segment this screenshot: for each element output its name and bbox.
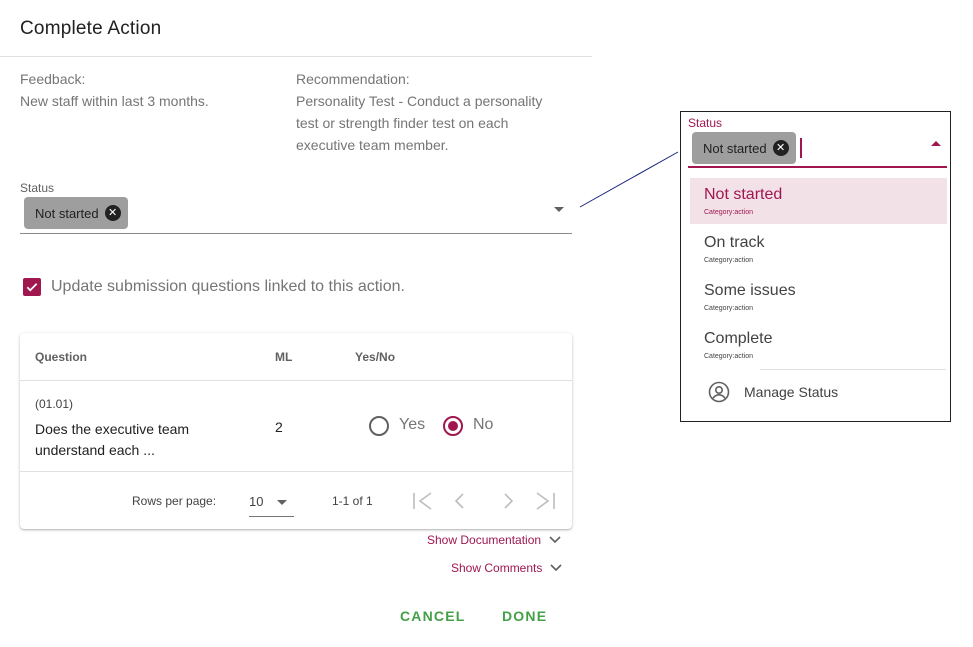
callout-connector: [579, 151, 679, 208]
option-some-issues[interactable]: Some issues Category:action: [690, 274, 947, 320]
questions-table: Question ML Yes/No (01.01) Does the exec…: [20, 333, 572, 529]
popup-status-chip-label: Not started: [703, 140, 767, 156]
table-row: (01.01) Does the executive team understa…: [20, 381, 572, 471]
show-comments-link[interactable]: Show Comments: [451, 561, 563, 575]
status-dropdown-callout: Status Not started ✕ Not started Categor…: [680, 111, 951, 422]
rows-per-page-label: Rows per page:: [132, 494, 217, 508]
yes-radio[interactable]: [369, 416, 389, 436]
popup-status-chip[interactable]: Not started ✕: [692, 132, 796, 164]
account-circle-icon: [708, 381, 730, 403]
option-category: Category:action: [704, 257, 754, 264]
rows-per-page-underline: [249, 516, 294, 517]
no-radio-label[interactable]: No: [473, 416, 493, 434]
page-range: 1-1 of 1: [332, 494, 373, 508]
recommendation-text: Personality Test - Conduct a personality…: [296, 90, 542, 156]
question-code: (01.01): [35, 397, 74, 411]
option-label: Not started: [704, 186, 783, 203]
done-button[interactable]: DONE: [502, 608, 547, 624]
footer-divider: [20, 471, 572, 472]
popup-field-underline: [688, 166, 947, 168]
chip-remove-icon[interactable]: ✕: [772, 140, 789, 156]
title-divider: [0, 56, 592, 57]
recommendation-label: Recommendation:: [296, 71, 410, 87]
dialog-title: Complete Action: [20, 18, 162, 39]
question-text: Does the executive team understand each …: [35, 419, 189, 461]
text-cursor: [800, 138, 802, 158]
option-not-started[interactable]: Not started Category:action: [690, 178, 947, 224]
question-line: Does the executive team: [35, 421, 190, 437]
show-comments-label: Show Comments: [451, 561, 543, 575]
recommendation-line: executive team member.: [296, 137, 449, 153]
update-questions-label[interactable]: Update submission questions linked to th…: [51, 278, 405, 296]
popup-status-label: Status: [688, 116, 723, 130]
status-chip[interactable]: Not started ✕: [24, 197, 128, 229]
status-select[interactable]: Not started ✕: [20, 192, 572, 234]
status-chip-label: Not started: [35, 205, 99, 221]
next-page-icon[interactable]: [502, 491, 516, 511]
cancel-button[interactable]: CANCEL: [400, 608, 466, 624]
manage-status-label: Manage Status: [744, 384, 839, 400]
show-documentation-link[interactable]: Show Documentation: [427, 533, 562, 547]
rows-per-page-value: 10: [249, 494, 264, 509]
option-label: On track: [704, 234, 765, 251]
column-header-ml: ML: [275, 350, 293, 364]
rows-per-page-arrow-icon: [277, 500, 287, 505]
column-header-question: Question: [35, 350, 88, 364]
update-questions-checkbox[interactable]: [23, 278, 41, 296]
option-on-track[interactable]: On track Category:action: [690, 226, 947, 272]
option-label: Complete: [704, 330, 773, 347]
chevron-down-icon: [550, 564, 562, 572]
chip-remove-icon[interactable]: ✕: [104, 205, 121, 221]
status-underline: [20, 233, 572, 234]
ml-value: 2: [275, 419, 283, 435]
manage-divider: [760, 369, 946, 370]
rows-per-page-select[interactable]: 10: [249, 487, 294, 517]
dropdown-arrow-icon[interactable]: [554, 207, 564, 212]
previous-page-icon[interactable]: [452, 491, 466, 511]
question-line: understand each ...: [35, 442, 155, 458]
yes-radio-label[interactable]: Yes: [399, 416, 425, 434]
chevron-down-icon: [549, 536, 561, 544]
option-category: Category:action: [704, 305, 754, 312]
checkmark-icon: [26, 283, 38, 292]
option-category: Category:action: [704, 209, 754, 216]
show-documentation-label: Show Documentation: [427, 533, 542, 547]
option-complete[interactable]: Complete Category:action: [690, 322, 947, 368]
recommendation-line: Personality Test - Conduct a personality: [296, 93, 543, 109]
option-category: Category:action: [704, 353, 754, 360]
feedback-text: New staff within last 3 months.: [20, 93, 209, 109]
column-header-yes-no: Yes/No: [355, 350, 396, 364]
radio-selected-dot: [448, 421, 458, 431]
last-page-icon[interactable]: [534, 491, 556, 511]
no-radio[interactable]: [443, 416, 463, 436]
recommendation-line: test or strength finder test on each: [296, 115, 509, 131]
dropdown-arrow-up-icon[interactable]: [931, 141, 941, 146]
manage-status-button[interactable]: Manage Status: [707, 380, 838, 404]
first-page-icon[interactable]: [412, 491, 434, 511]
option-label: Some issues: [704, 282, 796, 299]
feedback-label: Feedback:: [20, 71, 86, 87]
